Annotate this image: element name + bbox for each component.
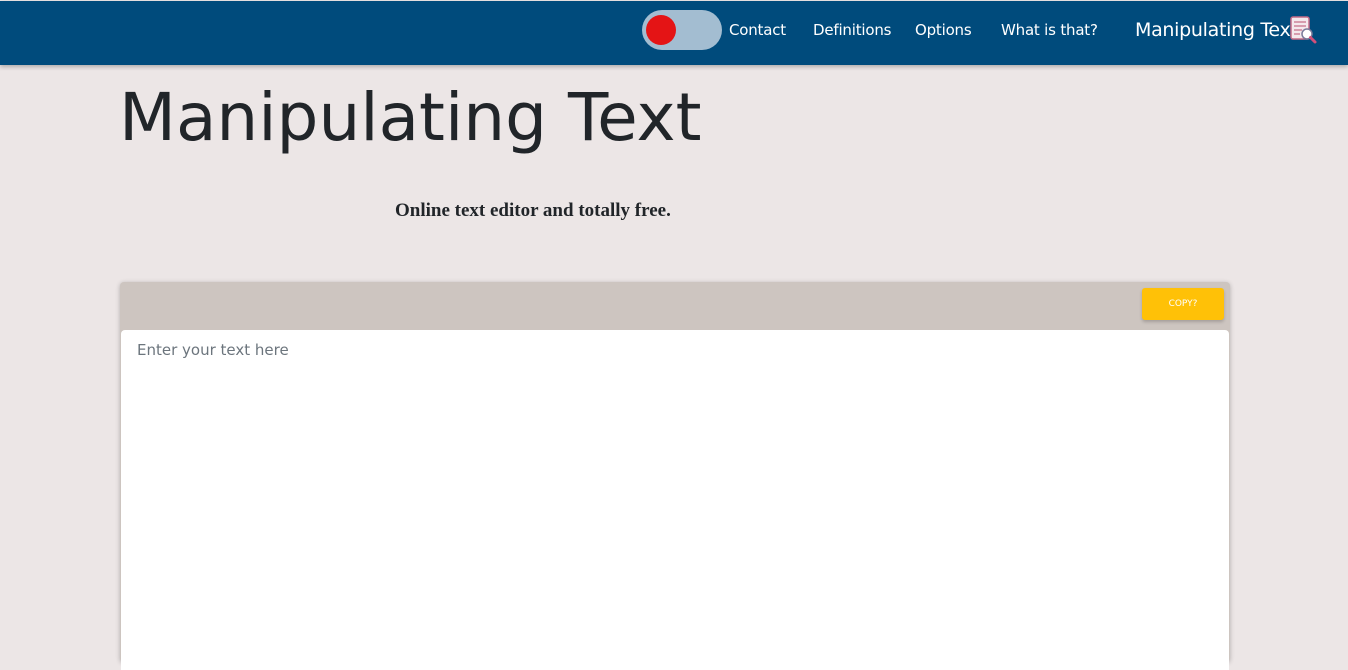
page-subtitle: Online text editor and totally free. bbox=[395, 200, 671, 221]
copy-button[interactable]: COPY? bbox=[1142, 288, 1224, 320]
document-edit-icon bbox=[1290, 16, 1317, 44]
top-navbar: Contact Definitions Options What is that… bbox=[0, 1, 1348, 65]
text-input-area[interactable] bbox=[121, 330, 1229, 670]
toggle-knob[interactable] bbox=[646, 15, 676, 45]
editor-card: COPY? bbox=[120, 282, 1230, 670]
nav-link-definitions[interactable]: Definitions bbox=[813, 20, 891, 40]
nav-link-options[interactable]: Options bbox=[915, 20, 972, 40]
theme-toggle[interactable] bbox=[642, 10, 722, 50]
page-title: Manipulating Text bbox=[119, 79, 702, 156]
navbar-brand[interactable]: Manipulating Text bbox=[1135, 18, 1298, 42]
nav-link-contact[interactable]: Contact bbox=[729, 20, 786, 40]
nav-link-what-is-that[interactable]: What is that? bbox=[1001, 20, 1098, 40]
